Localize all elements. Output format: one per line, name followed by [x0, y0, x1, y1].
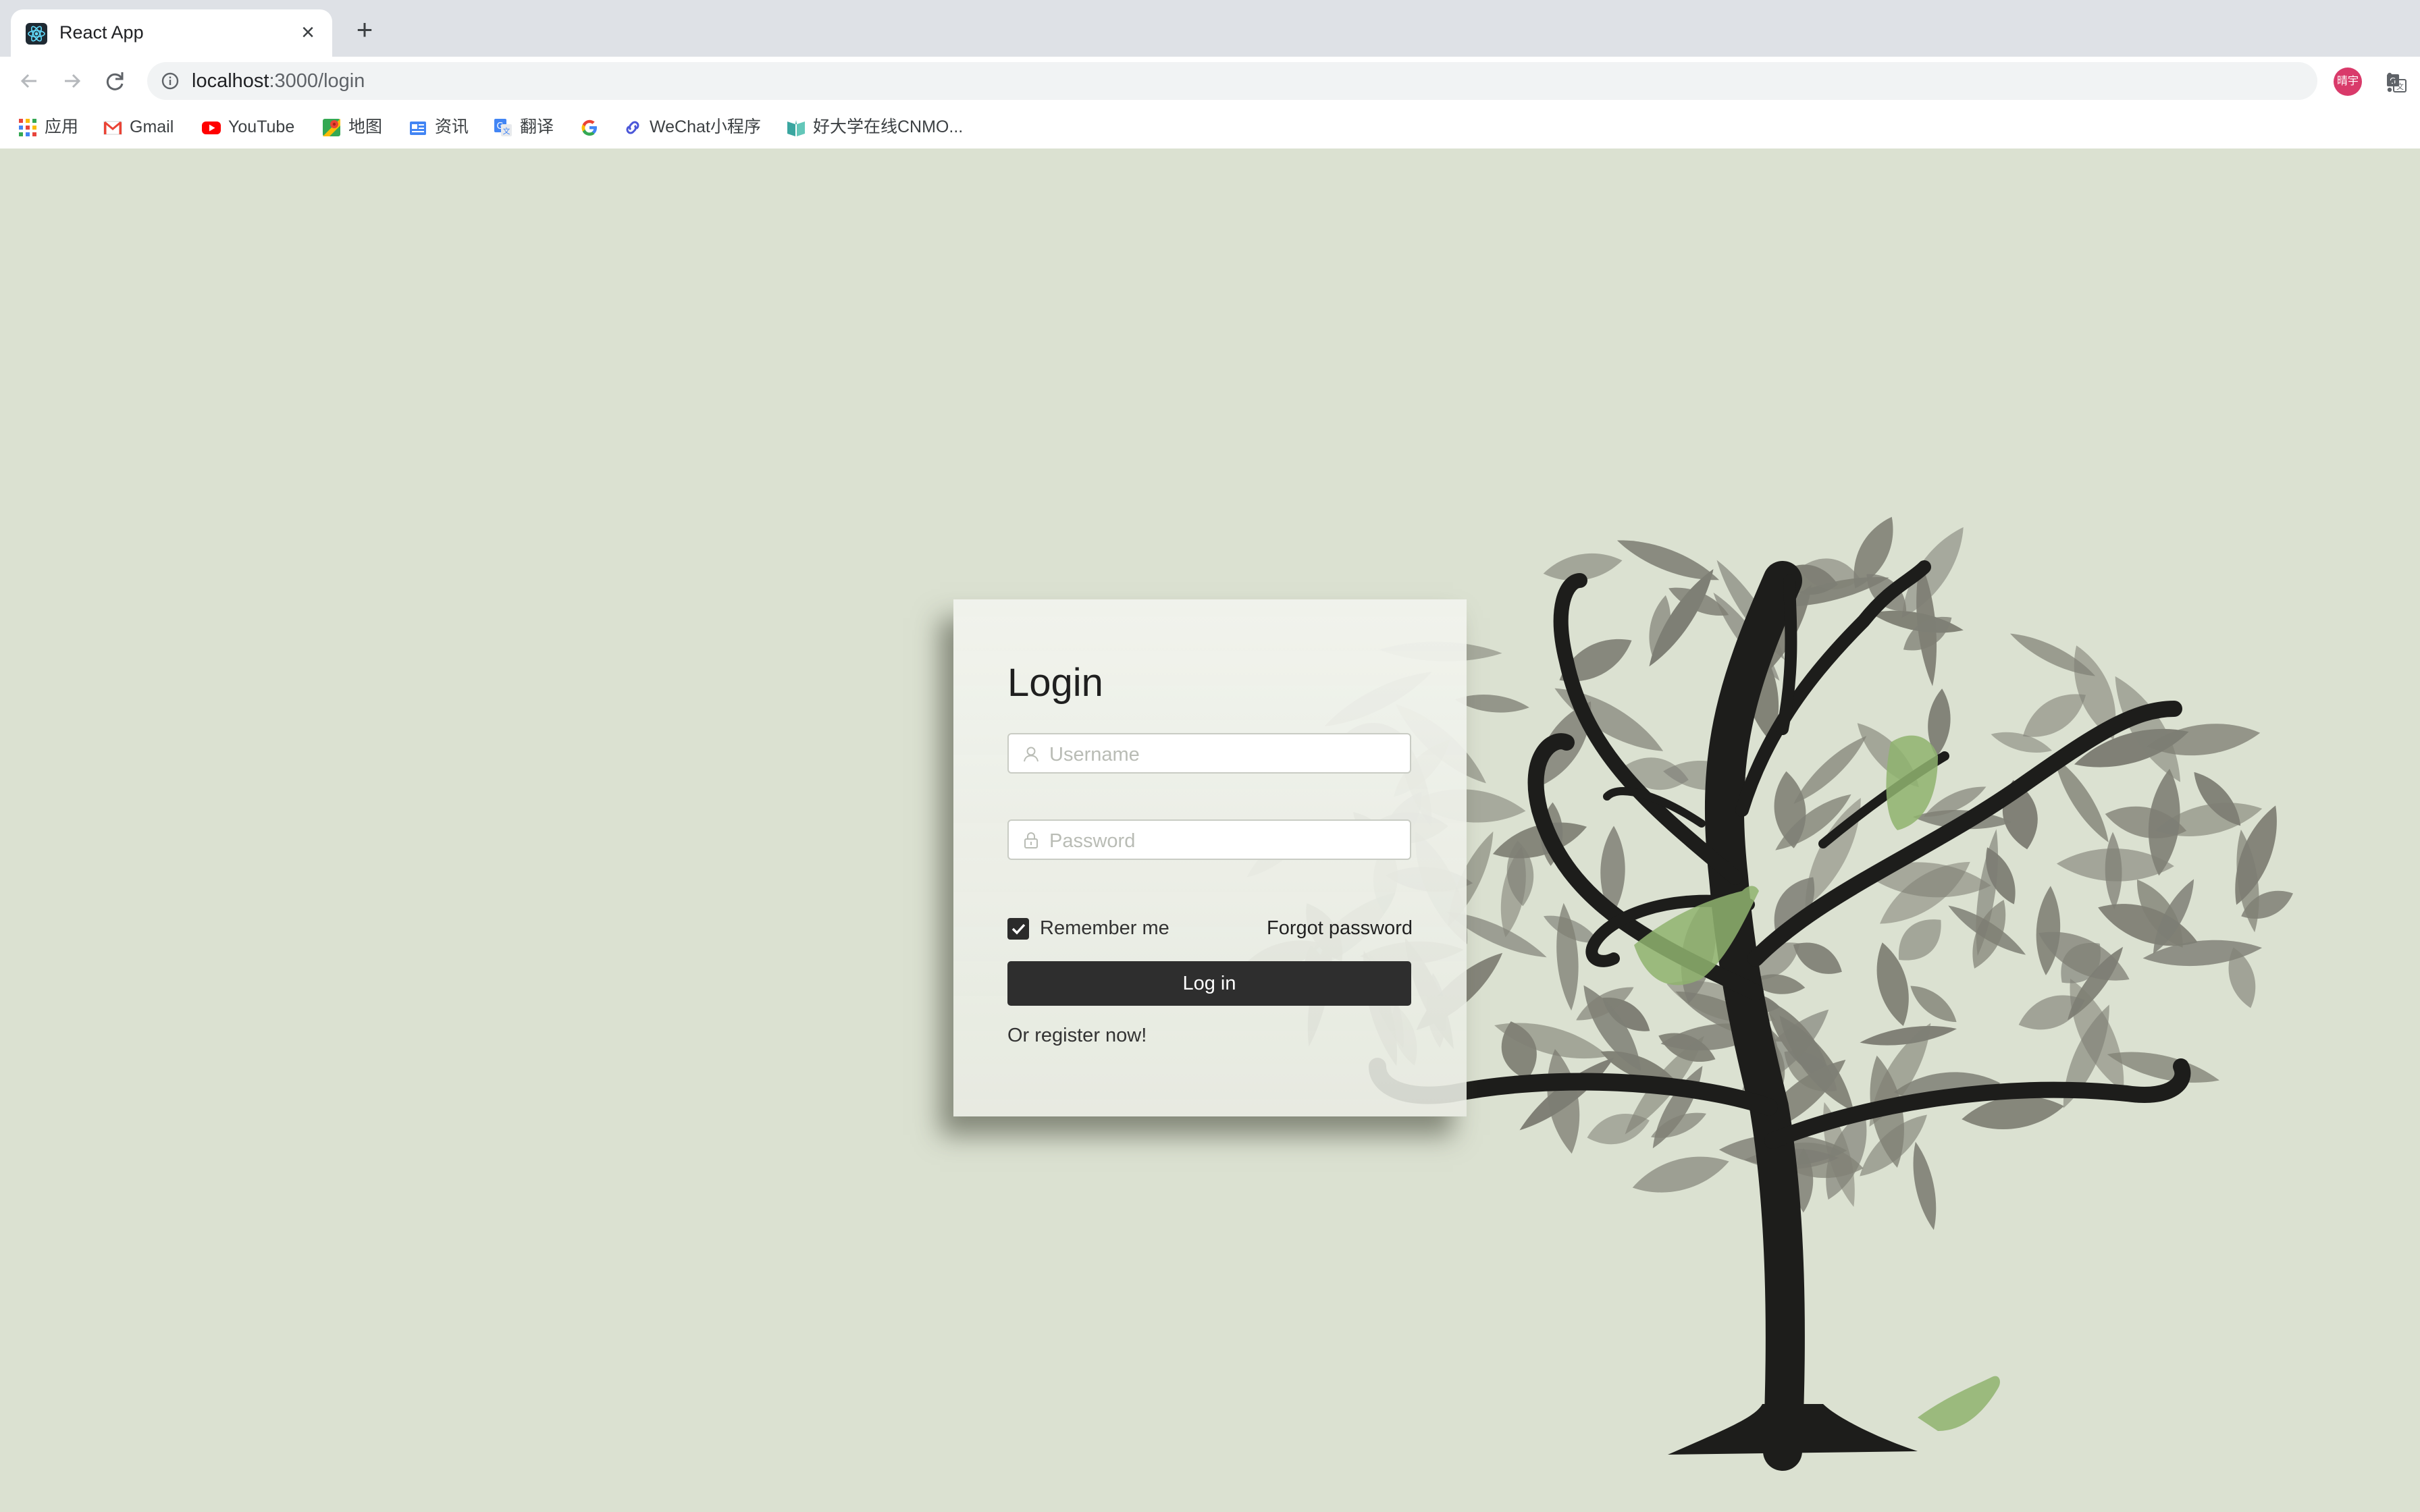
news-icon: [408, 117, 428, 138]
bookmark-label: 应用: [45, 117, 79, 136]
browser-toolbar: localhost:3000/login G文: [0, 57, 2420, 105]
book-icon: [786, 117, 806, 138]
svg-text:文: 文: [503, 126, 510, 136]
bookmark-translate[interactable]: G 文翻译: [493, 115, 554, 139]
leaf: [1913, 1141, 1937, 1231]
forward-arrow-icon[interactable]: [57, 66, 86, 96]
bookmark-label: 翻译: [520, 117, 554, 136]
url-host: localhost: [192, 70, 269, 92]
tree-roots: [1668, 1404, 1918, 1455]
login-card: Login Remember me Forgot password Log in…: [953, 599, 1467, 1116]
leaf: [1793, 942, 1842, 974]
login-page: Login Remember me Forgot password Log in…: [0, 148, 2420, 1512]
react-favicon-icon: [26, 23, 47, 45]
address-bar[interactable]: localhost:3000/login G文: [147, 62, 2406, 100]
link-icon: [623, 117, 643, 138]
browser-tab[interactable]: React App ×: [11, 9, 332, 57]
google-icon: [579, 117, 600, 138]
password-field[interactable]: [1007, 819, 1411, 860]
login-title: Login: [1007, 661, 1103, 705]
bookmark-wechat[interactable]: WeChat小程序: [623, 115, 761, 139]
leaf: [1632, 1156, 1729, 1193]
reload-icon[interactable]: [100, 66, 130, 96]
kebab-menu-icon[interactable]: [2379, 69, 2400, 96]
bookmark-label: YouTube: [228, 117, 295, 136]
tab-title: React App: [59, 22, 144, 43]
bookmarks-bar: 应用 Gmail YouTube 地图 资讯 G 文翻译 WeChat小程序 好大…: [0, 105, 2420, 149]
close-tab-icon[interactable]: ×: [296, 20, 320, 45]
username-field[interactable]: [1007, 733, 1411, 774]
user-icon: [1022, 745, 1040, 763]
browser-chrome: React App × + localhost:3000/login G文 晴宇…: [0, 0, 2420, 149]
profile-avatar[interactable]: 晴宇: [2334, 68, 2362, 96]
remember-me-label[interactable]: Remember me: [1040, 917, 1169, 940]
url-path: :3000/login: [269, 70, 365, 92]
bookmark-gmail[interactable]: Gmail: [103, 115, 174, 139]
bookmark-label: 地图: [348, 117, 383, 136]
maps-icon: [321, 117, 342, 138]
checkmark-icon: [1011, 923, 1026, 935]
url-text: localhost:3000/login: [192, 70, 365, 92]
username-input[interactable]: [1048, 741, 1402, 768]
password-input[interactable]: [1048, 828, 1402, 855]
apps-grid-icon: [18, 117, 38, 138]
register-link[interactable]: Or register now!: [1007, 1025, 1147, 1047]
back-arrow-icon[interactable]: [15, 66, 45, 96]
bookmark-label: Gmail: [130, 117, 174, 136]
new-tab-icon[interactable]: +: [352, 16, 377, 44]
info-icon[interactable]: [161, 72, 180, 90]
tab-strip: React App × +: [0, 0, 2420, 57]
lock-icon: [1022, 832, 1040, 849]
forgot-password-link[interactable]: Forgot password: [1267, 917, 1413, 940]
bookmark-maps[interactable]: 地图: [321, 115, 382, 139]
leaf: [1910, 986, 1957, 1023]
bookmark-label: 资讯: [435, 117, 469, 136]
gmail-icon: [103, 117, 123, 138]
youtube-icon: [201, 117, 221, 138]
leaf: [2036, 886, 2061, 975]
translate-icon: G文: [493, 117, 513, 138]
bookmark-google[interactable]: [579, 115, 606, 139]
bookmark-news[interactable]: 资讯: [408, 115, 469, 139]
remember-checkbox[interactable]: [1007, 918, 1029, 940]
bookmark-cnmooc[interactable]: 好大学在线CNMO...: [786, 115, 963, 139]
bookmark-youtube[interactable]: YouTube: [201, 115, 294, 139]
login-button[interactable]: Log in: [1007, 961, 1411, 1006]
bookmark-label: 好大学在线CNMO...: [813, 117, 964, 136]
bookmark-label: WeChat小程序: [650, 117, 761, 136]
bookmark-apps[interactable]: 应用: [18, 115, 78, 139]
